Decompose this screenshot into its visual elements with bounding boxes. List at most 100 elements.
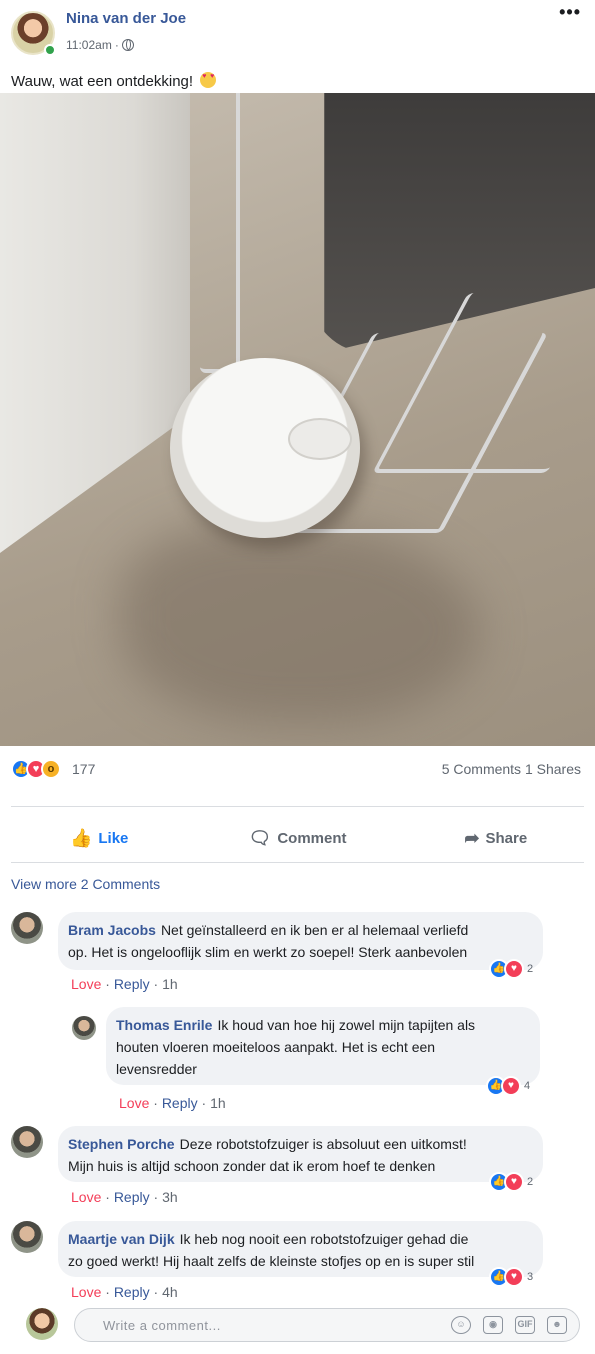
reply-link[interactable]: Reply	[114, 976, 150, 992]
divider	[11, 862, 584, 863]
share-arrow-icon: ➦	[464, 828, 480, 848]
speech-bubble-icon: 🗨	[248, 828, 272, 848]
thumbs-up-icon: 👍	[69, 828, 93, 848]
meta-sep: ·	[105, 976, 110, 992]
comment-text: Ik heb nog nooit een robotstofzuiger geh…	[179, 1231, 469, 1247]
comment-time: 1h	[210, 1095, 226, 1111]
share-label: Share	[485, 829, 528, 847]
reply-link[interactable]: Reply	[114, 1284, 150, 1300]
comment-text: levensredder	[116, 1061, 197, 1077]
love-link[interactable]: Love	[71, 1284, 101, 1300]
comment-bubble: Stephen Porche Deze robotstofzuiger is ab…	[58, 1126, 543, 1182]
meta-sep: ·	[153, 1284, 159, 1300]
like-label: Like	[98, 829, 129, 847]
composer-icons: ☺ ◉ GIF ☻	[451, 1316, 567, 1334]
online-status-icon	[44, 44, 56, 56]
photo-robot-lidar	[288, 418, 352, 460]
comment-reactions[interactable]: 👍 ♥ 3	[489, 1267, 533, 1287]
comment-label: Comment	[277, 829, 347, 847]
comment-time: 1h	[162, 976, 178, 992]
reaction-count[interactable]: 177	[72, 761, 95, 777]
like-button[interactable]: 👍 Like	[0, 816, 198, 860]
current-user-avatar	[26, 1308, 58, 1340]
commenter-avatar[interactable]	[11, 1126, 43, 1158]
comment-reaction-count: 2	[527, 1176, 534, 1188]
commenter-name[interactable]: Bram Jacobs	[68, 922, 156, 938]
comment-meta: Love · Reply · 1h	[119, 1095, 226, 1111]
photo-shadow	[120, 523, 480, 723]
comment-text: Mijn huis is altijd schoon zonder dat ik…	[68, 1158, 436, 1174]
comment-bubble: Maartje van Dijk Ik heb nog nooit een rob…	[58, 1221, 543, 1277]
meta-sep: ·	[105, 1284, 110, 1300]
meta-sep: ·	[105, 1189, 110, 1205]
camera-icon[interactable]: ◉	[483, 1316, 503, 1334]
post-meta: 11:02am ·	[66, 38, 134, 52]
comment-bubble: Bram Jacobs Net geïnstalleerd en ik ben e…	[58, 912, 543, 970]
comment-reaction-count: 2	[527, 963, 534, 975]
comment-time: 3h	[162, 1189, 178, 1205]
share-button[interactable]: ➦ Share	[397, 816, 595, 860]
love-link[interactable]: Love	[71, 976, 101, 992]
comments-shares-count[interactable]: 5 Comments 1 Shares	[442, 761, 581, 777]
comment-text: zo goed werkt! Hij haalt zelfs de kleins…	[68, 1253, 475, 1269]
love-icon: ♥	[504, 959, 524, 979]
reply-link[interactable]: Reply	[114, 1189, 150, 1205]
meta-sep: ·	[153, 976, 159, 992]
post-photo[interactable]	[0, 93, 595, 746]
comment-reactions[interactable]: 👍 ♥ 2	[489, 1172, 533, 1192]
reaction-summary: 👍 ♥ o 177 5 Comments 1 Shares	[0, 756, 595, 782]
author-name[interactable]: Nina van der Joe	[66, 10, 186, 27]
meta-sep: ·	[201, 1095, 207, 1111]
comment-reactions[interactable]: 👍 ♥ 4	[486, 1076, 530, 1096]
post-text-content: Wauw, wat een ontdekking!	[11, 73, 194, 90]
emoji-icon[interactable]: ☺	[451, 1316, 471, 1334]
comment-text: Ik houd van hoe hij zowel mijn tapijten …	[217, 1017, 476, 1033]
love-icon: ♥	[504, 1172, 524, 1192]
comment-text: op. Het is ongelooflijk slim en werkt zo…	[68, 944, 468, 960]
comment-input[interactable]: Write a comment... ☺ ◉ GIF ☻	[74, 1308, 580, 1342]
love-icon: ♥	[504, 1267, 524, 1287]
love-link[interactable]: Love	[71, 1189, 101, 1205]
comment-placeholder: Write a comment...	[103, 1318, 221, 1333]
meta-separator: ·	[114, 38, 119, 52]
divider	[11, 806, 584, 807]
comment-meta: Love · Reply · 3h	[71, 1189, 178, 1205]
comment-meta: Love · Reply · 1h	[71, 976, 178, 992]
globe-icon	[121, 39, 134, 51]
post-time[interactable]: 11:02am	[66, 38, 112, 52]
comment-composer: Write a comment... ☺ ◉ GIF ☻	[0, 1305, 595, 1354]
meta-sep: ·	[153, 1095, 158, 1111]
comment-text: Deze robotstofzuiger is absoluut een uit…	[179, 1136, 467, 1152]
photo-chair-leg	[200, 93, 240, 373]
commenter-name[interactable]: Thomas Enrile	[116, 1017, 212, 1033]
commenter-name[interactable]: Stephen Porche	[68, 1136, 175, 1152]
wow-icon: o	[41, 759, 61, 779]
commenter-avatar[interactable]	[11, 1221, 43, 1253]
more-options-button[interactable]: •••	[559, 2, 581, 23]
gif-icon[interactable]: GIF	[515, 1316, 535, 1334]
post-text: Wauw, wat een ontdekking!	[11, 72, 217, 90]
meta-sep: ·	[153, 1189, 159, 1205]
comment-reactions[interactable]: 👍 ♥ 2	[489, 959, 533, 979]
post-header: Nina van der Joe 11:02am · •••	[0, 0, 595, 60]
heart-eyes-emoji-icon	[200, 72, 217, 88]
comment-reaction-count: 4	[524, 1080, 531, 1092]
comment-bubble: Thomas Enrile Ik houd van hoe hij zowel m…	[106, 1007, 540, 1085]
comment-reaction-count: 3	[527, 1271, 534, 1283]
commenter-avatar[interactable]	[72, 1016, 96, 1040]
photo-wall	[0, 93, 190, 553]
comment-text: Net geïnstalleerd en ik ben er al helema…	[160, 922, 469, 938]
love-link[interactable]: Love	[119, 1095, 149, 1111]
comment-button[interactable]: 🗨 Comment	[198, 816, 396, 860]
post-actions: 👍 Like 🗨 Comment ➦ Share	[0, 816, 595, 860]
comment-time: 4h	[162, 1284, 178, 1300]
sticker-icon[interactable]: ☻	[547, 1316, 567, 1334]
view-more-comments-link[interactable]: View more 2 Comments	[11, 876, 160, 892]
reply-link[interactable]: Reply	[162, 1095, 198, 1111]
love-icon: ♥	[501, 1076, 521, 1096]
commenter-avatar[interactable]	[11, 912, 43, 944]
reaction-icons[interactable]: 👍 ♥ o	[11, 759, 61, 779]
comment-meta: Love · Reply · 4h	[71, 1284, 178, 1300]
commenter-name[interactable]: Maartje van Dijk	[68, 1231, 175, 1247]
comment-text: houten vloeren moeiteloos aanpakt. Het i…	[116, 1039, 436, 1055]
